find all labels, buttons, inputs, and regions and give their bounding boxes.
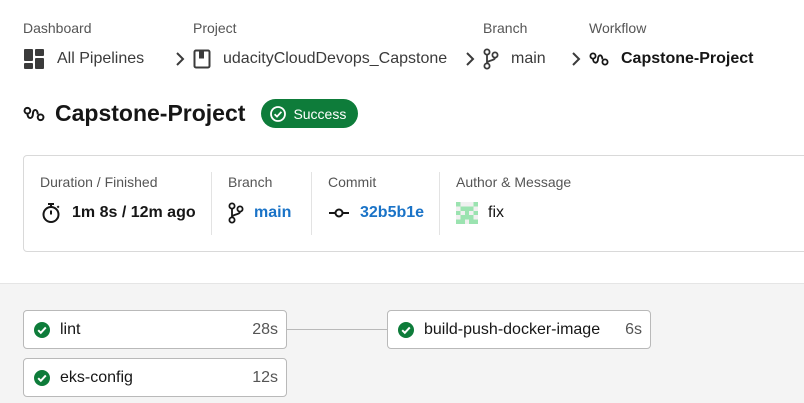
job-name: eks-config (60, 368, 133, 386)
breadcrumb-branch-link[interactable]: main (483, 48, 561, 70)
status-badge-label: Success (293, 105, 347, 122)
job-eks-config[interactable]: eks-config 12s (23, 358, 287, 397)
workflow-icon (23, 104, 45, 124)
author-label: Author & Message (456, 174, 572, 190)
author-section: Author & Message fix (439, 172, 639, 235)
job-connector (286, 329, 388, 330)
grid-icon (24, 49, 44, 69)
breadcrumb-workflow-value: Capstone-Project (621, 50, 754, 67)
job-lint[interactable]: lint 28s (23, 310, 287, 349)
breadcrumb-branch-value: main (511, 50, 546, 67)
book-icon (193, 49, 211, 69)
workflow-icon (589, 52, 609, 66)
git-branch-icon (228, 202, 244, 224)
breadcrumb-all-pipelines-link[interactable]: All Pipelines (23, 48, 165, 70)
job-build-push-docker-image[interactable]: build-push-docker-image 6s (387, 310, 651, 349)
workflow-graph: lint 28s eks-config 12s build-push-docke… (0, 283, 804, 403)
check-circle-icon (33, 369, 51, 387)
breadcrumb-branch: Branch main (483, 18, 561, 70)
commit-message: fix (488, 204, 504, 221)
breadcrumb-project-value: udacityCloudDevops_Capstone (223, 50, 448, 67)
stopwatch-icon (42, 203, 60, 223)
check-circle-icon (397, 321, 415, 339)
avatar[interactable] (456, 202, 478, 224)
breadcrumb-dashboard: Dashboard All Pipelines (23, 18, 165, 70)
check-circle-icon (270, 105, 287, 122)
job-duration: 6s (625, 320, 642, 338)
commit-label: Commit (328, 174, 377, 190)
duration-value-row: 1m 8s / 12m ago (40, 202, 212, 224)
breadcrumb-project-link[interactable]: udacityCloudDevops_Capstone (193, 48, 455, 70)
chevron-right-icon (175, 48, 185, 70)
page-title: Capstone-Project (55, 100, 246, 126)
breadcrumb-project: Project udacityCloudDevops_Capstone (193, 18, 455, 70)
check-circle-icon (33, 321, 51, 339)
duration-section: Duration / Finished 1m 8s / 12m ago (24, 172, 212, 235)
breadcrumb-dashboard-label: Dashboard (23, 20, 92, 36)
job-duration: 28s (252, 320, 278, 338)
breadcrumb: Dashboard All Pipelines Project udacityC… (23, 18, 753, 70)
author-value-row: fix (456, 202, 639, 224)
job-duration: 12s (252, 368, 278, 386)
breadcrumb-workflow-current: Capstone-Project (589, 48, 753, 70)
commit-section: Commit 32b5b1e (311, 172, 439, 235)
chevron-right-icon (571, 48, 581, 70)
git-commit-icon (329, 208, 349, 218)
commit-value-row: 32b5b1e (328, 202, 439, 224)
commit-link[interactable]: 32b5b1e (360, 204, 424, 222)
chevron-right-icon (465, 48, 475, 70)
branch-link[interactable]: main (254, 204, 291, 222)
breadcrumb-workflow: Workflow Capstone-Project (589, 18, 753, 70)
git-branch-icon (483, 48, 499, 70)
duration-label: Duration / Finished (40, 174, 158, 190)
breadcrumb-branch-label: Branch (483, 20, 528, 36)
job-name: lint (60, 320, 81, 338)
duration-value: 1m 8s / 12m ago (72, 204, 196, 221)
breadcrumb-dashboard-value: All Pipelines (57, 50, 145, 67)
breadcrumb-workflow-label: Workflow (589, 20, 647, 36)
job-name: build-push-docker-image (424, 320, 601, 338)
workflow-info-card: Duration / Finished 1m 8s / 12m ago Bran… (23, 155, 804, 252)
page-header: Capstone-Project Success (23, 99, 359, 128)
status-badge: Success (261, 99, 359, 128)
breadcrumb-project-label: Project (193, 20, 237, 36)
